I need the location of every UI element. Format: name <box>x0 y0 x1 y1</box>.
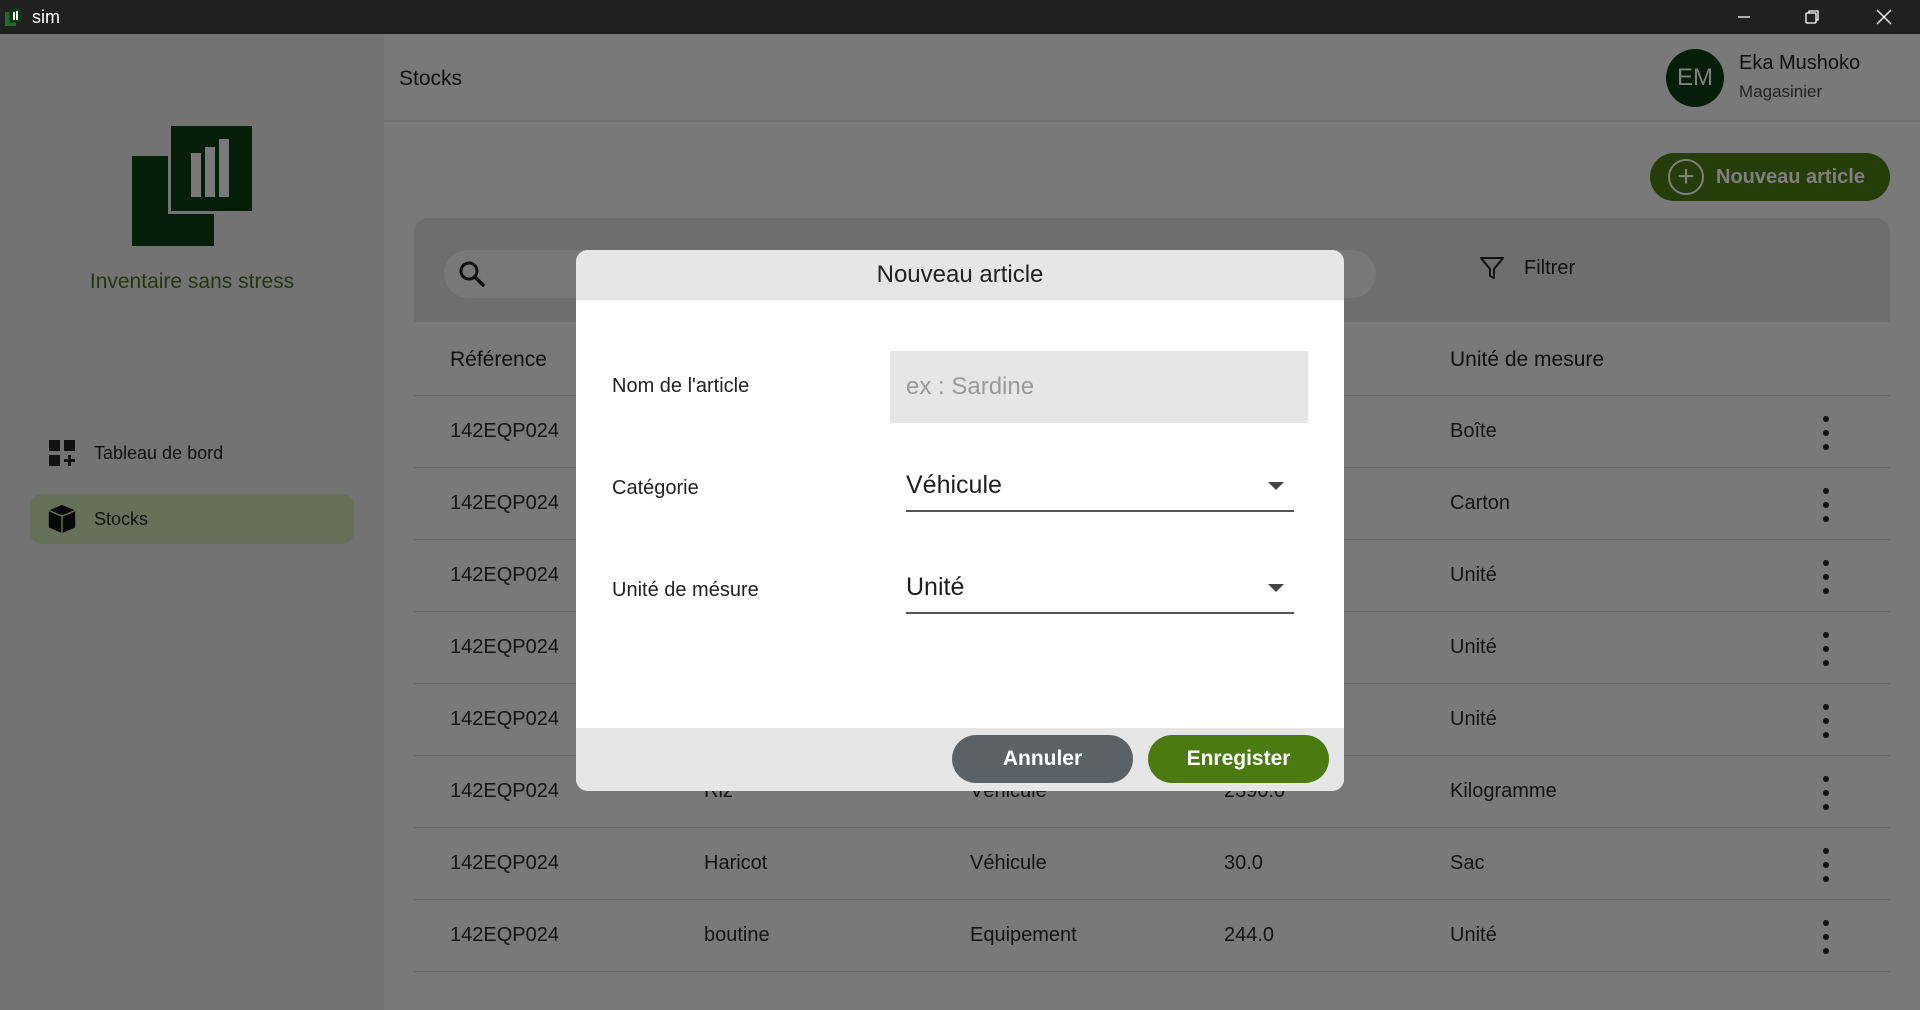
category-select[interactable]: Véhicule <box>906 460 1294 512</box>
article-name-input[interactable] <box>890 351 1308 423</box>
close-icon <box>1876 9 1892 25</box>
cancel-button[interactable]: Annuler <box>952 735 1133 783</box>
caret-down-icon <box>1268 584 1284 592</box>
minimize-icon <box>1738 16 1750 18</box>
app-icon <box>4 6 24 28</box>
close-button[interactable] <box>1850 0 1918 34</box>
category-value: Véhicule <box>906 470 1002 499</box>
dialog-title: Nouveau article <box>576 250 1344 300</box>
save-button[interactable]: Enregister <box>1148 735 1329 783</box>
unit-select[interactable]: Unité <box>906 562 1294 614</box>
window-titlebar: sim <box>0 0 1920 34</box>
window-title: sim <box>32 6 60 27</box>
unit-label: Unité de mésure <box>612 579 759 601</box>
dialog-footer: Annuler Enregister <box>576 728 1344 791</box>
caret-down-icon <box>1268 482 1284 490</box>
restore-button[interactable] <box>1778 0 1846 34</box>
category-label: Catégorie <box>612 477 699 499</box>
article-name-label: Nom de l'article <box>612 375 750 397</box>
new-article-dialog: Nouveau article Nom de l'article Catégor… <box>576 250 1344 791</box>
minimize-button[interactable] <box>1710 0 1778 34</box>
restore-icon <box>1805 10 1819 24</box>
unit-value: Unité <box>906 572 965 601</box>
